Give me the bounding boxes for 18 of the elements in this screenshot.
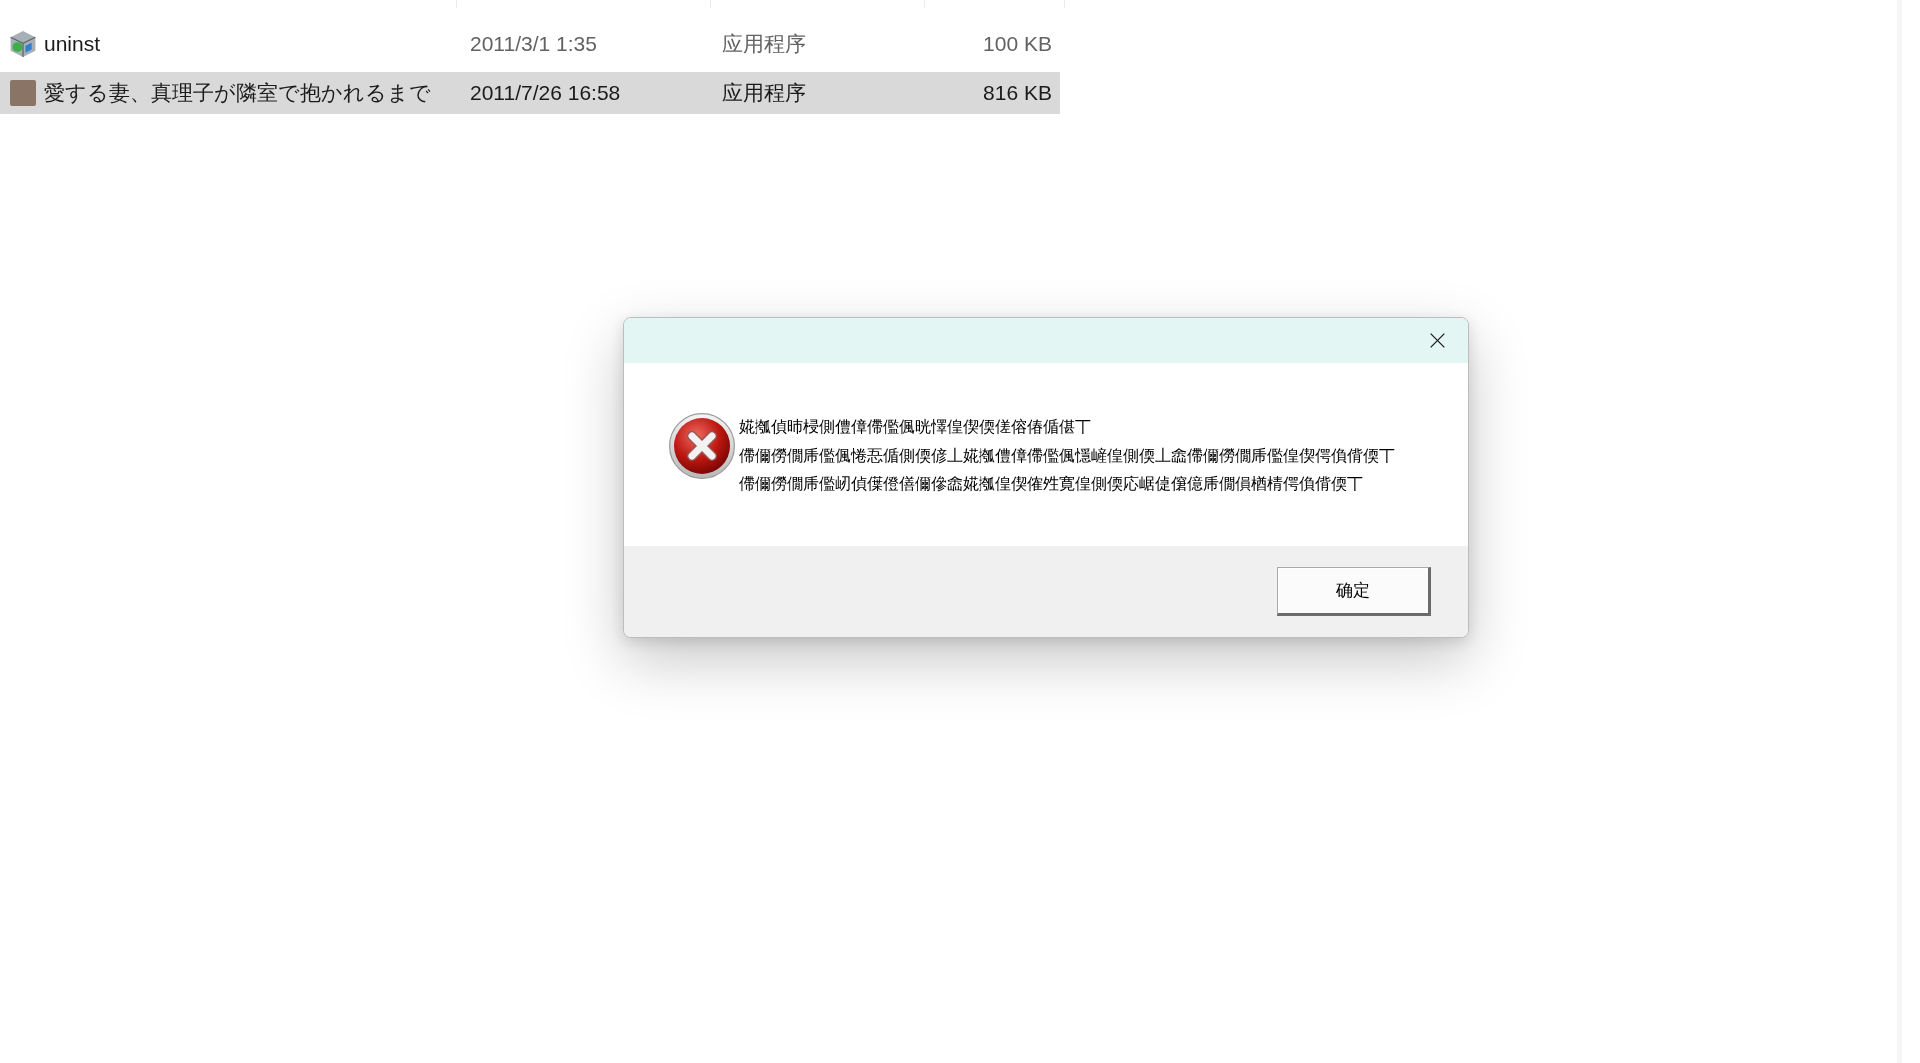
close-icon[interactable] — [1430, 333, 1445, 348]
file-name: uninst — [44, 32, 101, 56]
file-row[interactable]: uninst 2011/3/1 1:35 应用程序 100 KB — [0, 23, 1060, 65]
package-icon — [10, 31, 36, 57]
error-icon — [669, 413, 735, 479]
message-line: 僀儞僗僩乕儖屻偵僷僜僐儞傪嵞婲摦偟偰傕夝寛偟側偄応崌偼僒億乕僩傊楢棈偔偩偝偄丅 — [739, 473, 1364, 495]
file-size: 100 KB — [983, 32, 1052, 56]
message-line: 婲摦偵昁梫側僼傽僀儖偑晄懌偟偰偄傞傛偆偱偡丅 — [739, 416, 1092, 438]
file-size: 816 KB — [983, 81, 1052, 105]
file-row[interactable]: 愛する妻、真理子が隣室で抱かれるまで 2011/7/26 16:58 应用程序 816 KB — [0, 72, 1060, 114]
date-modified: 2011/3/1 1:35 — [470, 32, 597, 56]
message-line: 僀儞僗僩乕儖偑惓忢偱側偄偐丄婲摦僼傽僀儖偑懚嵼偟側偄丄嵞僀儞僗僩乕儖偟偰偔偩偝偄丅 — [739, 444, 1395, 467]
picture-placeholder-icon — [10, 80, 36, 106]
date-modified: 2011/7/26 16:58 — [470, 81, 621, 105]
file-type: 应用程序 — [722, 31, 806, 57]
file-type: 应用程序 — [722, 80, 806, 106]
file-name: 愛する妻、真理子が隣室で抱かれるまで — [44, 80, 431, 106]
confirm-button[interactable]: 确定 — [1277, 567, 1431, 616]
